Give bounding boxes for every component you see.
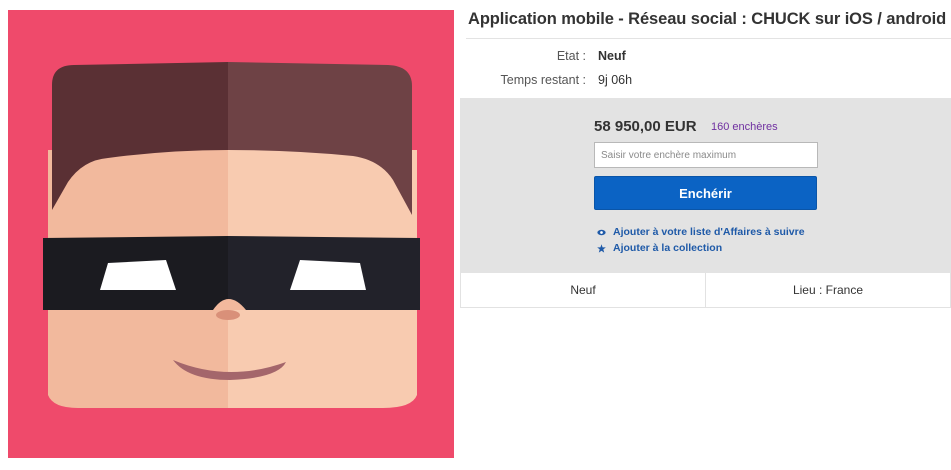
- star-icon: [597, 243, 606, 253]
- time-left-value: 9j 06h: [598, 73, 633, 87]
- product-image[interactable]: [8, 10, 454, 458]
- masked-face-illustration: [8, 10, 454, 458]
- add-to-collection-link[interactable]: Ajouter à la collection: [597, 242, 722, 254]
- eye-icon: [597, 229, 606, 235]
- bid-count-link[interactable]: 160 enchères: [711, 121, 778, 133]
- condition-label: Etat :: [556, 49, 586, 63]
- add-to-watchlist-link[interactable]: Ajouter à votre liste d'Affaires à suivr…: [597, 226, 805, 238]
- condition-value: Neuf: [598, 49, 626, 63]
- item-info-strip: Neuf Lieu : France: [460, 273, 951, 308]
- bid-panel: 58 950,00 EUR 160 enchères Enchérir Ajou…: [460, 98, 951, 273]
- time-left-label: Temps restant :: [500, 73, 586, 87]
- listing-title: Application mobile - Réseau social : CHU…: [468, 10, 947, 28]
- watchlist-link-label: Ajouter à votre liste d'Affaires à suivr…: [613, 226, 805, 238]
- current-price: 58 950,00 EUR: [594, 118, 697, 135]
- info-condition: Neuf: [570, 283, 596, 297]
- info-location: Lieu : France: [705, 273, 950, 307]
- place-bid-button[interactable]: Enchérir: [594, 176, 817, 210]
- max-bid-input[interactable]: [594, 142, 818, 168]
- collection-link-label: Ajouter à la collection: [613, 242, 723, 254]
- title-divider: [466, 38, 951, 39]
